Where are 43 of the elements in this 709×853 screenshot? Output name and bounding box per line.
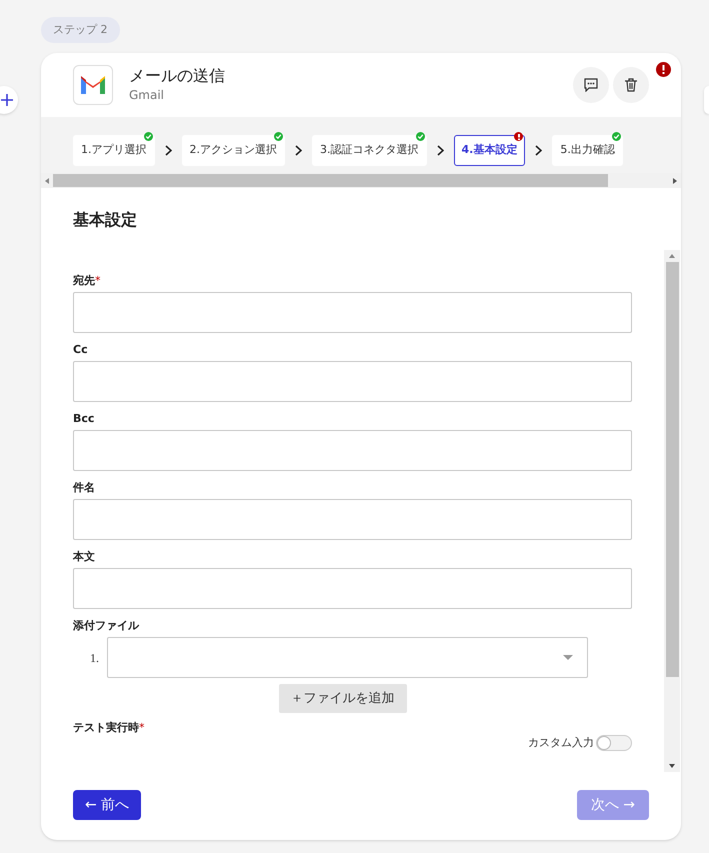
comment-button[interactable]	[573, 67, 609, 103]
comment-icon	[584, 78, 598, 92]
chevron-icon	[295, 145, 302, 156]
step-tab[interactable]: 2.アクション選択	[182, 135, 285, 166]
required-mark: *	[95, 274, 100, 288]
plus-icon	[1, 94, 13, 106]
field-label: 宛先	[73, 274, 95, 288]
text-input-field[interactable]	[73, 568, 632, 609]
add-file-button[interactable]: ＋ファイルを追加	[278, 684, 406, 713]
delete-button[interactable]	[613, 67, 649, 103]
card-title: メールの送信	[129, 66, 225, 86]
file-select-field[interactable]	[107, 637, 588, 678]
chevron-icon	[164, 145, 172, 156]
field-label: 件名	[73, 481, 95, 495]
text-input-field[interactable]	[73, 361, 632, 402]
list-number: 1.	[89, 650, 100, 666]
gmail-logo-icon	[73, 65, 113, 105]
chevron-icon	[436, 145, 444, 156]
step-tab[interactable]: 5.出力確認	[552, 135, 623, 166]
section-title: 基本設定	[73, 209, 138, 231]
field-label: Cc	[73, 343, 88, 357]
step-tab[interactable]: 4.基本設定	[454, 135, 526, 166]
text-input-field[interactable]	[73, 430, 632, 471]
dropdown-caret-icon	[563, 655, 573, 660]
previous-button[interactable]: ← 前へ	[73, 790, 142, 820]
field-label: 本文	[73, 550, 95, 564]
field-label: Bcc	[73, 412, 94, 426]
step-tab[interactable]: 3.認証コネクタ選択	[312, 135, 426, 166]
text-input-field[interactable]	[73, 292, 632, 333]
chevron-icon	[535, 145, 542, 156]
toggle-switch[interactable]	[596, 735, 632, 751]
required-mark: *	[139, 721, 144, 735]
vertical-scrollbar[interactable]	[664, 250, 680, 772]
field-label: テスト実行時	[73, 721, 139, 735]
scrollbar-thumb[interactable]	[666, 262, 678, 677]
card-subtitle: Gmail	[129, 87, 166, 104]
trash-icon	[625, 78, 637, 92]
step-tab[interactable]: 1.アプリ選択	[73, 135, 154, 166]
step-badge: ステップ 2	[41, 17, 120, 43]
scrollbar-thumb[interactable]	[53, 174, 608, 187]
text-input-field[interactable]	[73, 499, 632, 540]
field-label: 添付ファイル	[73, 619, 139, 633]
toggle-label: カスタム入力	[528, 735, 594, 751]
